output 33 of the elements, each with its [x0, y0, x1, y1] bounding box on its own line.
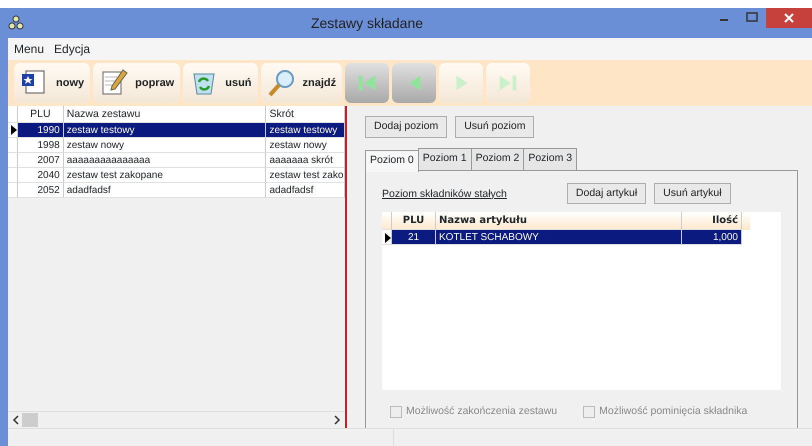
window-title: Zestawy składane	[310, 14, 424, 33]
button-label: nowy	[56, 76, 84, 91]
section-caption: Poziom składników stałych	[382, 186, 507, 202]
menu-item[interactable]: Edycja	[54, 40, 90, 58]
level-button[interactable]: Dodaj poziom	[365, 116, 448, 138]
magnifier-icon	[266, 68, 297, 98]
checkbox-option: Możliwość zakończenia zestawu	[390, 404, 558, 420]
tab[interactable]: Poziom 0	[365, 150, 419, 172]
toolbar-button[interactable]: popraw	[93, 63, 180, 103]
table-row[interactable]: 2007 aaaaaaaaaaaaaaa aaaaaaa skrót	[8, 153, 345, 168]
app-icon	[8, 15, 24, 31]
table-row[interactable]: 1998 zestaw nowy zestaw nowy	[8, 138, 345, 153]
article-button[interactable]: Usuń artykuł	[654, 182, 731, 204]
toolbar-button[interactable]: znajdź	[260, 63, 342, 103]
level-button[interactable]: Usuń poziom	[455, 116, 534, 138]
button-label: znajdź	[302, 76, 336, 91]
checkbox-option: Możliwość pominięcia składnika	[583, 404, 748, 420]
scrollbar-thumb[interactable]	[22, 413, 38, 427]
table-row[interactable]: 2052 adadfadsf adadfadsf	[8, 183, 345, 198]
tab[interactable]: Poziom 2	[470, 148, 524, 170]
table-row[interactable]: 2040 zestaw test zakopane zestaw test zako	[8, 168, 345, 183]
toolbar-button[interactable]: nowy	[14, 63, 90, 103]
button-label: usuń	[225, 76, 252, 91]
tab[interactable]: Poziom 3	[523, 148, 578, 170]
article-button[interactable]: Dodaj artykuł	[566, 182, 646, 204]
row-pointer-icon	[11, 125, 17, 136]
button-label: popraw	[135, 76, 174, 91]
toolbar-button[interactable]: usuń	[183, 63, 258, 103]
table-row[interactable]: 1990 zestaw testowy zestaw testowy	[8, 123, 345, 138]
row-pointer-icon	[385, 232, 391, 243]
menu-item[interactable]: Menu	[14, 40, 44, 58]
tab[interactable]: Poziom 1	[418, 148, 472, 170]
close-button[interactable]	[766, 8, 812, 28]
